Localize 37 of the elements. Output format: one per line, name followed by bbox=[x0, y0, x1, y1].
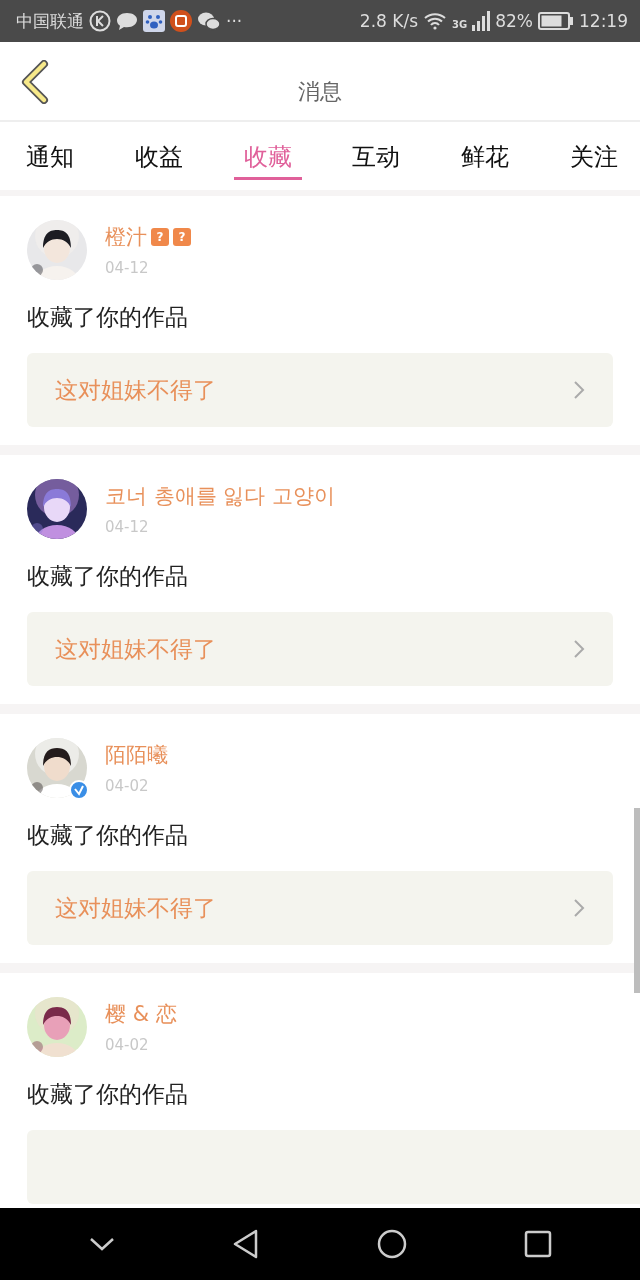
app-icon bbox=[170, 10, 192, 32]
user-name[interactable]: 橙汁 bbox=[105, 223, 147, 251]
tab[interactable]: 通知 bbox=[16, 122, 84, 180]
tab[interactable]: 关注 bbox=[560, 122, 628, 180]
notification-text: 收藏了你的作品 bbox=[27, 1080, 189, 1109]
network-speed: 2.8 K/s bbox=[359, 11, 419, 31]
user-badge: ? bbox=[173, 228, 191, 246]
tab[interactable]: 鲜花 bbox=[451, 122, 520, 180]
chevron-right-icon bbox=[573, 898, 585, 918]
chat-bubble-icon bbox=[116, 11, 138, 31]
work-link[interactable]: 这对姐妹不得了 bbox=[27, 612, 613, 686]
notification-text: 收藏了你的作品 bbox=[27, 303, 189, 332]
k-circle-icon bbox=[89, 10, 111, 32]
more-notifications-label: ··· bbox=[226, 11, 243, 31]
tab[interactable]: 互动 bbox=[342, 122, 411, 180]
battery-icon bbox=[538, 12, 574, 30]
battery-percent: 82% bbox=[495, 11, 533, 31]
chevron-right-icon bbox=[573, 380, 585, 400]
notification-text: 收藏了你的作品 bbox=[27, 821, 189, 850]
paw-icon bbox=[143, 10, 165, 32]
page-title: 消息 bbox=[298, 78, 342, 106]
notification-text: 收藏了你的作品 bbox=[27, 562, 189, 591]
work-link[interactable]: 这对姐妹不得了 bbox=[27, 353, 613, 427]
user-badge: ? bbox=[151, 228, 169, 246]
chat-bubbles-icon bbox=[197, 11, 221, 31]
work-link[interactable]: 这对姐妹不得了 bbox=[27, 871, 613, 945]
carrier-label: 中国联通 bbox=[16, 9, 84, 33]
clock: 12:19 bbox=[579, 11, 628, 31]
user-name[interactable]: 陌陌曦 bbox=[105, 741, 168, 769]
user-name[interactable]: 樱 & 恋 bbox=[105, 1000, 177, 1028]
user-name[interactable]: 코너 총애를 잃다 고양이 bbox=[105, 482, 336, 510]
tab[interactable]: 收益 bbox=[124, 122, 193, 180]
tab[interactable]: 收藏 bbox=[233, 122, 302, 180]
network-type: 3G bbox=[452, 19, 468, 30]
wifi-icon bbox=[423, 12, 448, 30]
chevron-right-icon bbox=[573, 639, 585, 659]
signal-icon bbox=[472, 11, 491, 31]
